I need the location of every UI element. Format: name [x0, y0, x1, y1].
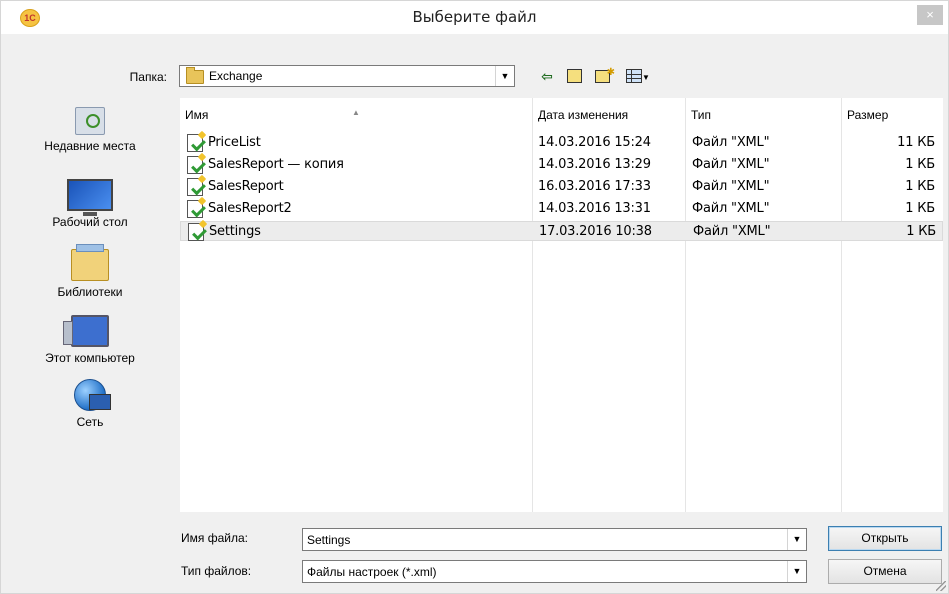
chevron-down-icon[interactable]: ▼	[787, 529, 806, 550]
file-name: SalesReport — копия	[208, 157, 344, 172]
xml-file-icon	[187, 156, 203, 174]
folder-up-icon[interactable]	[564, 67, 584, 85]
desktop-icon	[67, 179, 113, 216]
xml-file-icon	[187, 178, 203, 196]
filetype-label: Тип файлов:	[181, 564, 252, 578]
view-menu-icon[interactable]: ▼	[622, 67, 654, 85]
file-date: 14.03.2016 13:29	[538, 157, 651, 172]
folder-name: Exchange	[209, 69, 263, 83]
column-header-size[interactable]: Размер	[842, 98, 942, 132]
file-name: SalesReport	[208, 179, 284, 194]
folder-icon	[186, 67, 204, 84]
place-label: Этот компьютер	[45, 351, 135, 365]
place-network[interactable]: Сеть	[9, 379, 171, 429]
place-label: Рабочий стол	[52, 215, 128, 229]
column-header-date[interactable]: Дата изменения	[533, 98, 685, 132]
title-bar[interactable]: 1С Выберите файл ×	[1, 1, 948, 34]
dialog-title: Выберите файл	[412, 8, 537, 26]
place-recent[interactable]: Недавние места	[9, 107, 171, 153]
file-date: 14.03.2016 13:31	[538, 201, 651, 216]
file-name: PriceList	[208, 135, 261, 150]
file-size: 1 КБ	[906, 224, 936, 239]
file-type: Файл "XML"	[692, 179, 770, 194]
filename-value: Settings	[307, 533, 351, 547]
column-header-label: Размер	[847, 108, 889, 122]
filetype-select[interactable]: Файлы настроек (*.xml) ▼	[302, 560, 807, 583]
filename-input[interactable]: Settings ▼	[302, 528, 807, 551]
column-header-label: Тип	[691, 108, 712, 122]
recent-places-icon	[75, 107, 105, 135]
file-type: Файл "XML"	[692, 157, 770, 172]
file-name: SalesReport2	[208, 201, 292, 216]
place-desktop[interactable]: Рабочий стол	[9, 179, 171, 229]
libraries-icon	[71, 244, 109, 281]
column-header-label: Дата изменения	[538, 108, 629, 122]
folder-select[interactable]: Exchange ▼	[179, 65, 515, 87]
file-date: 17.03.2016 10:38	[539, 224, 652, 239]
column-header-name[interactable]: Имя ▲	[180, 98, 532, 132]
file-type: Файл "XML"	[693, 224, 771, 239]
place-computer[interactable]: Этот компьютер	[9, 315, 171, 365]
xml-file-icon	[188, 223, 204, 241]
cancel-button[interactable]: Отмена	[828, 559, 942, 584]
open-button[interactable]: Открыть	[828, 526, 942, 551]
xml-file-icon	[187, 200, 203, 218]
sort-ascending-icon: ▲	[352, 108, 360, 117]
computer-icon	[63, 315, 109, 347]
filetype-value: Файлы настроек (*.xml)	[307, 565, 437, 579]
file-type: Файл "XML"	[692, 201, 770, 216]
file-type: Файл "XML"	[692, 135, 770, 150]
places-bar: Недавние места Рабочий стол Библиотеки Э…	[9, 97, 171, 497]
file-date: 16.03.2016 17:33	[538, 179, 651, 194]
file-size: 11 КБ	[897, 135, 935, 150]
file-row[interactable]: SalesReport2 14.03.2016 13:31 Файл "XML"…	[180, 199, 943, 219]
file-date: 14.03.2016 15:24	[538, 135, 651, 150]
file-name: Settings	[209, 224, 261, 239]
chevron-down-icon[interactable]: ▼	[787, 561, 806, 582]
file-open-dialog: 1С Выберите файл × Папка: Exchange ▼ ⇦ ✱…	[0, 0, 949, 594]
file-row[interactable]: SalesReport — копия 14.03.2016 13:29 Фай…	[180, 155, 943, 175]
file-list[interactable]: Имя ▲ Дата изменения Тип Размер PriceLis…	[179, 97, 944, 513]
new-folder-icon[interactable]: ✱	[592, 67, 615, 85]
place-label: Сеть	[76, 415, 104, 429]
close-button[interactable]: ×	[917, 5, 943, 25]
resize-grip-icon[interactable]	[936, 581, 946, 591]
file-row[interactable]: SalesReport 16.03.2016 17:33 Файл "XML" …	[180, 177, 943, 197]
network-icon	[74, 379, 111, 411]
column-header-label: Имя	[185, 108, 209, 122]
back-arrow-icon[interactable]: ⇦	[537, 67, 557, 85]
place-label: Недавние места	[44, 139, 136, 153]
file-row[interactable]: PriceList 14.03.2016 15:24 Файл "XML" 11…	[180, 133, 943, 153]
chevron-down-icon[interactable]: ▼	[495, 66, 514, 86]
file-size: 1 КБ	[905, 201, 935, 216]
place-label: Библиотеки	[57, 285, 123, 299]
folder-label: Папка:	[129, 70, 167, 84]
column-header-type[interactable]: Тип	[686, 98, 841, 132]
file-row-selected[interactable]: Settings 17.03.2016 10:38 Файл "XML" 1 К…	[180, 221, 943, 241]
place-libraries[interactable]: Библиотеки	[9, 244, 171, 299]
filename-label: Имя файла:	[181, 531, 248, 545]
file-size: 1 КБ	[905, 157, 935, 172]
file-size: 1 КБ	[905, 179, 935, 194]
xml-file-icon	[187, 134, 203, 152]
